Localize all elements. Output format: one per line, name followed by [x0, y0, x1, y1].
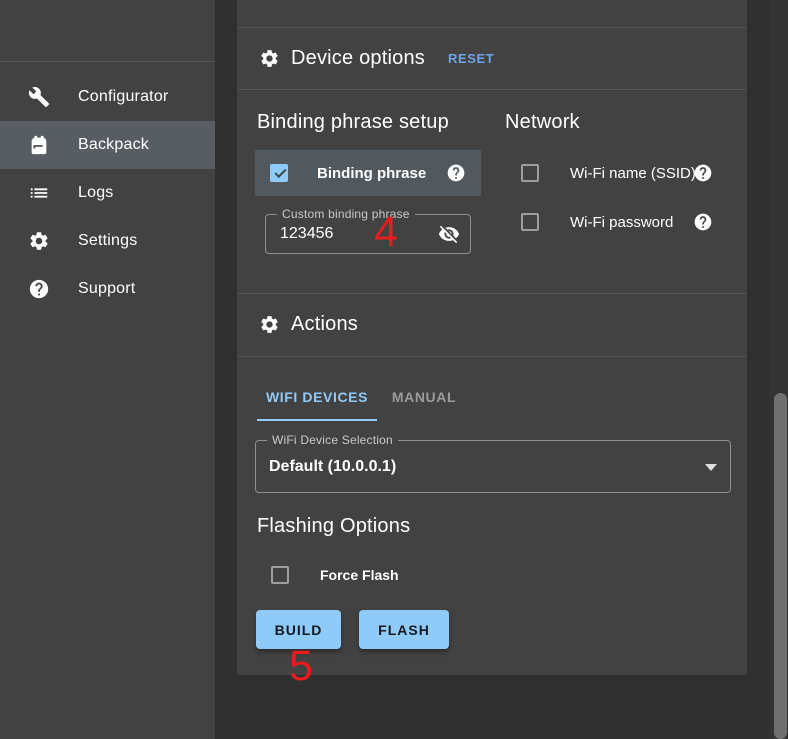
- sidebar-item-label: Configurator: [78, 88, 168, 106]
- actions-title: Actions: [291, 313, 358, 336]
- app-window: Configurator Backpack Logs Settings Supp…: [0, 0, 788, 739]
- help-icon[interactable]: [693, 163, 713, 183]
- chevron-down-icon: [705, 464, 717, 471]
- sidebar-item-settings[interactable]: Settings: [0, 217, 215, 265]
- force-flash-checkbox[interactable]: [271, 566, 289, 584]
- actions-header: Actions: [237, 294, 747, 355]
- sidebar-item-support[interactable]: Support: [0, 265, 215, 313]
- wifi-device-select[interactable]: WiFi Device Selection Default (10.0.0.1): [255, 440, 731, 493]
- list-icon: [28, 182, 50, 204]
- sidebar-item-label: Settings: [78, 232, 137, 250]
- annotation-marker-4: 4: [374, 211, 398, 254]
- tab-wifi-devices[interactable]: WIFI DEVICES: [257, 373, 377, 421]
- sidebar-item-backpack[interactable]: Backpack: [0, 121, 215, 169]
- sidebar-item-label: Support: [78, 280, 135, 298]
- gear-icon: [28, 230, 50, 252]
- binding-phrase-checkbox[interactable]: [270, 164, 288, 182]
- sidebar-header-space: [0, 0, 215, 62]
- network-heading: Network: [505, 111, 580, 134]
- help-icon: [28, 278, 50, 300]
- help-icon[interactable]: [446, 163, 466, 183]
- divider: [237, 89, 747, 90]
- sidebar-nav: Configurator Backpack Logs Settings Supp…: [0, 62, 215, 313]
- backpack-icon: [28, 134, 50, 156]
- wifi-device-select-value: Default (10.0.0.1): [256, 441, 730, 492]
- visibility-off-icon[interactable]: [438, 223, 460, 245]
- gear-icon: [259, 314, 280, 335]
- sidebar-item-label: Backpack: [78, 136, 149, 154]
- gear-icon: [259, 48, 280, 69]
- sidebar-item-configurator[interactable]: Configurator: [0, 73, 215, 121]
- sidebar-item-logs[interactable]: Logs: [0, 169, 215, 217]
- flash-button[interactable]: FLASH: [359, 610, 449, 649]
- wifi-password-row[interactable]: Wi-Fi password: [521, 204, 729, 240]
- wrench-icon: [28, 86, 50, 108]
- annotation-marker-5: 5: [289, 645, 313, 688]
- main-panel: Device options RESET Binding phrase setu…: [237, 0, 747, 675]
- binding-phrase-label: Binding phrase: [317, 165, 426, 182]
- force-flash-row[interactable]: Force Flash: [271, 562, 399, 588]
- flashing-options-heading: Flashing Options: [257, 515, 410, 538]
- binding-phrase-heading: Binding phrase setup: [257, 111, 449, 134]
- wifi-ssid-row[interactable]: Wi-Fi name (SSID): [521, 155, 729, 191]
- custom-binding-phrase-field: Custom binding phrase: [265, 214, 471, 254]
- wifi-password-label: Wi-Fi password: [570, 214, 673, 231]
- force-flash-label: Force Flash: [320, 567, 399, 583]
- wifi-device-select-label: WiFi Device Selection: [267, 433, 398, 447]
- wifi-ssid-label: Wi-Fi name (SSID): [570, 165, 696, 182]
- divider: [237, 356, 747, 357]
- binding-phrase-row[interactable]: Binding phrase: [255, 150, 481, 196]
- wifi-ssid-checkbox[interactable]: [521, 164, 539, 182]
- actions-tabs: WIFI DEVICES MANUAL: [257, 373, 471, 421]
- tab-manual[interactable]: MANUAL: [377, 373, 471, 421]
- device-options-header: Device options RESET: [237, 28, 747, 89]
- help-icon[interactable]: [693, 212, 713, 232]
- wifi-password-checkbox[interactable]: [521, 213, 539, 231]
- reset-button[interactable]: RESET: [442, 47, 500, 70]
- sidebar-item-label: Logs: [78, 184, 114, 202]
- sidebar: Configurator Backpack Logs Settings Supp…: [0, 0, 215, 739]
- scrollbar-thumb[interactable]: [774, 393, 787, 739]
- device-options-title: Device options: [291, 47, 425, 70]
